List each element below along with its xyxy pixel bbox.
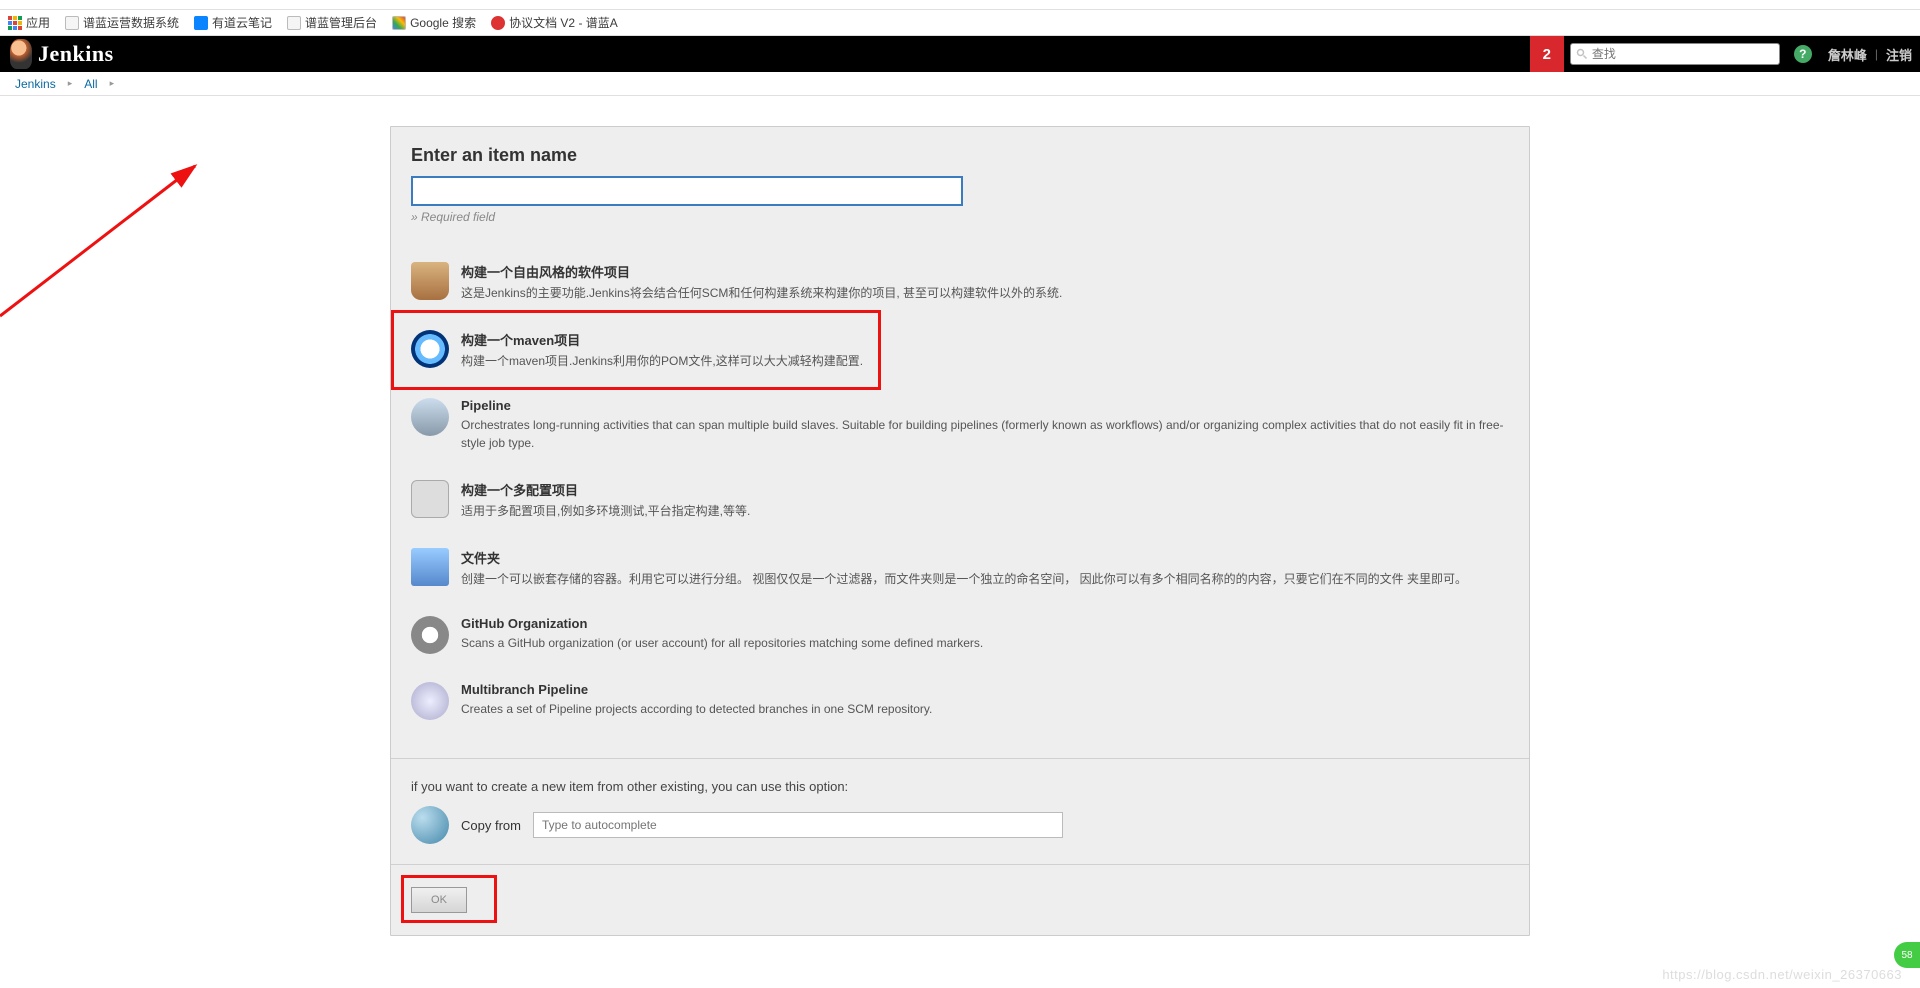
item-type-title: 文件夹 (461, 548, 1509, 567)
jenkins-mascot-icon (10, 39, 32, 69)
breadcrumb-jenkins[interactable]: Jenkins (15, 77, 56, 91)
item-type-option[interactable]: Multibranch Pipeline Creates a set of Pi… (411, 672, 1509, 738)
item-type-title: GitHub Organization (461, 616, 1509, 631)
item-type-title: 构建一个多配置项目 (461, 480, 1509, 499)
user-link[interactable]: 詹林峰 (1820, 45, 1875, 64)
item-type-title: 构建一个自由风格的软件项目 (461, 262, 1509, 281)
bookmark-label: 有道云笔记 (212, 14, 272, 31)
item-type-icon (411, 616, 449, 654)
item-type-option[interactable]: 构建一个自由风格的软件项目 这是Jenkins的主要功能.Jenkins将会结合… (411, 252, 1509, 320)
search-icon (1576, 48, 1588, 60)
item-type-title: Multibranch Pipeline (461, 682, 1509, 697)
copy-from-section: if you want to create a new item from ot… (391, 758, 1529, 864)
bookmark-favicon (491, 16, 505, 30)
chevron-right-icon: ▸ (110, 78, 115, 89)
item-type-title: 构建一个maven项目 (461, 330, 1509, 349)
watermark-text: https://blog.csdn.net/weixin_26370663 (1662, 967, 1902, 982)
new-item-panel: Enter an item name » Required field 构建一个… (390, 126, 1530, 936)
bottom-bar: OK (391, 864, 1529, 935)
item-type-icon (411, 682, 449, 720)
item-type-option[interactable]: Pipeline Orchestrates long-running activ… (411, 388, 1509, 470)
item-type-icon (411, 262, 449, 300)
browser-chrome-top (0, 0, 1920, 10)
item-type-desc: 这是Jenkins的主要功能.Jenkins将会结合任何SCM和任何构建系统来构… (461, 284, 1509, 302)
breadcrumb: Jenkins ▸ All ▸ (0, 72, 1920, 96)
item-type-title: Pipeline (461, 398, 1509, 413)
copy-from-label: Copy from (461, 818, 521, 833)
search-input[interactable] (1592, 47, 1774, 61)
feedback-bubble[interactable]: 58 (1894, 942, 1920, 968)
item-name-input[interactable] (411, 176, 963, 206)
annotation-arrow (0, 116, 230, 336)
page-title: Enter an item name (391, 145, 1529, 176)
item-type-icon (411, 398, 449, 436)
item-type-icon (411, 480, 449, 518)
bookmark-favicon (392, 16, 406, 30)
breadcrumb-all[interactable]: All (84, 77, 97, 91)
bookmark-favicon (194, 16, 208, 30)
item-type-desc: Scans a GitHub organization (or user acc… (461, 634, 1509, 652)
search-box[interactable] (1570, 43, 1780, 65)
bookmark-favicon (65, 16, 79, 30)
item-type-icon (411, 548, 449, 586)
item-type-desc: 适用于多配置项目,例如多环境测试,平台指定构建,等等. (461, 502, 1509, 520)
copy-from-input[interactable] (533, 812, 1063, 838)
ok-button[interactable]: OK (411, 887, 467, 913)
apps-button[interactable]: 应用 (8, 14, 50, 31)
bookmark-favicon (287, 16, 301, 30)
bookmark-label: 协议文档 V2 - 谱蓝A (509, 14, 618, 31)
bookmark-item[interactable]: 有道云笔记 (194, 14, 272, 31)
item-type-icon (411, 330, 449, 368)
item-type-desc: Orchestrates long-running activities tha… (461, 416, 1509, 452)
item-type-option[interactable]: 构建一个多配置项目 适用于多配置项目,例如多环境测试,平台指定构建,等等. (411, 470, 1509, 538)
logout-link[interactable]: 注销 (1878, 45, 1920, 64)
notification-badge[interactable]: 2 (1530, 36, 1564, 72)
item-type-option[interactable]: GitHub Organization Scans a GitHub organ… (411, 606, 1509, 672)
bookmark-label: Google 搜索 (410, 14, 476, 31)
item-type-desc: Creates a set of Pipeline projects accor… (461, 700, 1509, 718)
item-type-desc: 创建一个可以嵌套存储的容器。利用它可以进行分组。 视图仅仅是一个过滤器，而文件夹… (461, 570, 1509, 588)
copy-intro-text: if you want to create a new item from ot… (411, 779, 1509, 794)
bookmark-label: 谱蓝运营数据系统 (83, 14, 179, 31)
bookmark-label: 谱蓝管理后台 (305, 14, 377, 31)
bookmark-item[interactable]: Google 搜索 (392, 14, 476, 31)
chevron-right-icon: ▸ (68, 78, 73, 89)
copy-sphere-icon (411, 806, 449, 844)
jenkins-header: Jenkins 2 ? 詹林峰 | 注销 (0, 36, 1920, 72)
item-type-option[interactable]: 文件夹 创建一个可以嵌套存储的容器。利用它可以进行分组。 视图仅仅是一个过滤器，… (411, 538, 1509, 606)
bookmarks-bar: 应用 谱蓝运营数据系统 有道云笔记 谱蓝管理后台 Google 搜索 协议文档 V2 -… (0, 10, 1920, 36)
bookmark-item[interactable]: 谱蓝管理后台 (287, 14, 377, 31)
help-icon[interactable]: ? (1794, 45, 1812, 63)
bookmark-item[interactable]: 谱蓝运营数据系统 (65, 14, 179, 31)
apps-label: 应用 (26, 14, 50, 31)
item-type-desc: 构建一个maven项目.Jenkins利用你的POM文件,这样可以大大减轻构建配… (461, 352, 1509, 370)
jenkins-logo[interactable]: Jenkins (10, 39, 114, 69)
item-type-option[interactable]: 构建一个maven项目 构建一个maven项目.Jenkins利用你的POM文件… (411, 320, 1509, 388)
required-field-note: » Required field (391, 210, 1529, 224)
bookmark-item[interactable]: 协议文档 V2 - 谱蓝A (491, 14, 618, 31)
apps-grid-icon (8, 16, 22, 30)
jenkins-wordmark: Jenkins (38, 41, 114, 67)
